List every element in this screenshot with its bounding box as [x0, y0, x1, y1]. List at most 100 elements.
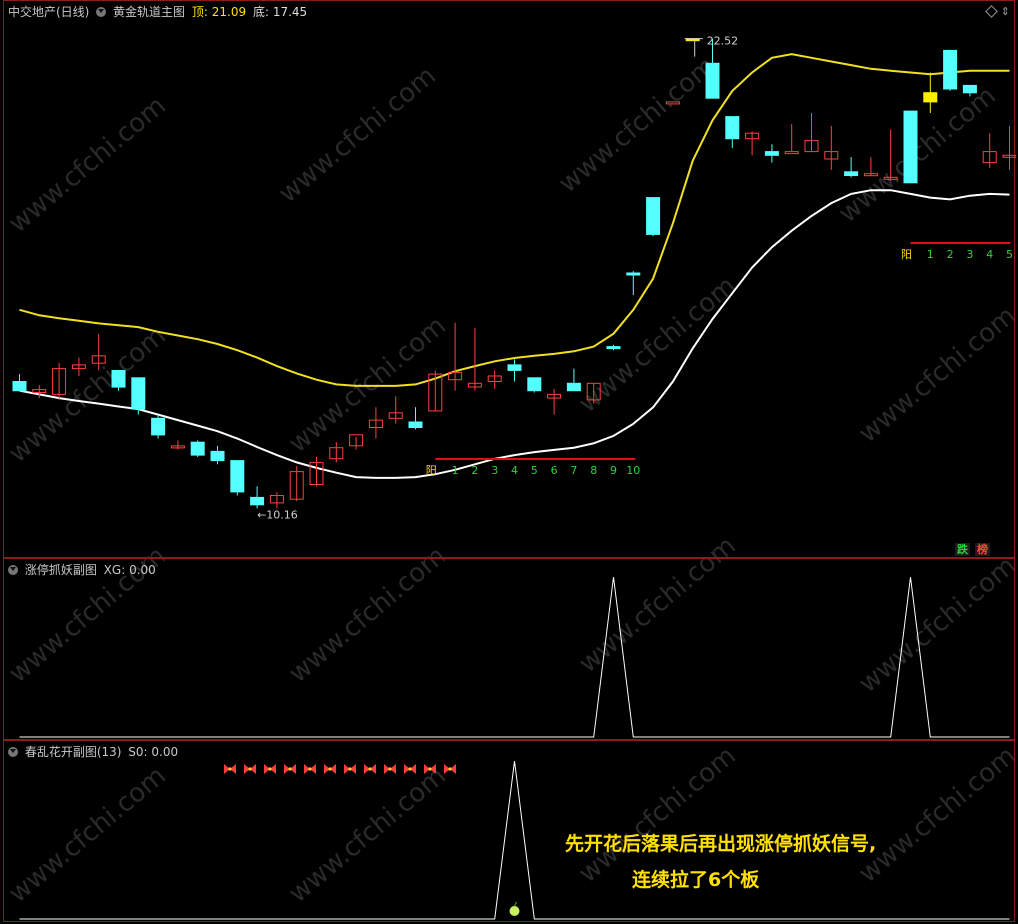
flower-marker-icon	[304, 764, 316, 774]
candlestick	[844, 157, 859, 178]
candlestick	[547, 388, 562, 415]
candlestick	[210, 445, 225, 465]
candlestick	[665, 101, 680, 105]
low-annotation: ←10.16	[257, 508, 298, 521]
candle-body	[250, 496, 265, 506]
candlestick	[943, 49, 958, 91]
candle-body	[903, 110, 918, 184]
count-number: 9	[610, 464, 617, 477]
candle-body	[151, 417, 166, 436]
flower-marker-icon	[424, 764, 436, 774]
candlestick	[784, 124, 799, 155]
candle-body	[962, 84, 977, 94]
candlestick	[507, 359, 522, 382]
candlestick	[745, 131, 760, 156]
upper-band-line	[19, 53, 1010, 387]
candlestick	[408, 407, 423, 430]
count-number: 3	[966, 248, 973, 261]
candle-body	[784, 151, 799, 155]
caption-line-2: 连续拉了6个板	[632, 869, 760, 891]
candlestick	[863, 157, 878, 177]
count-number: 2	[947, 248, 954, 261]
xg-signal-line	[19, 576, 1010, 738]
count-number: 5	[531, 464, 538, 477]
candlestick	[527, 377, 542, 393]
candlestick	[151, 414, 166, 439]
candlestick	[626, 271, 641, 296]
count-number: 7	[570, 464, 577, 477]
candle-body	[210, 450, 225, 462]
flower-marker-icon	[344, 764, 356, 774]
sub1-chart-svg	[19, 576, 1010, 738]
candle-body	[844, 171, 859, 177]
count-number: 1	[927, 248, 934, 261]
candlestick	[586, 382, 601, 404]
count-number: 3	[491, 464, 498, 477]
candlestick	[606, 344, 621, 351]
candlestick	[448, 322, 463, 391]
sub-chart-panel-1[interactable]: 涨停抓妖副图 XG: 0.00	[3, 558, 1015, 740]
count-number: 8	[590, 464, 597, 477]
candlestick	[824, 125, 839, 170]
candlestick	[309, 456, 324, 487]
candle-body	[943, 49, 958, 90]
candlestick	[962, 84, 977, 97]
candlestick	[804, 112, 819, 153]
candlestick	[230, 460, 245, 496]
flower-marker-icon	[384, 764, 396, 774]
candle-body	[725, 116, 740, 140]
candle-body	[923, 92, 938, 103]
candlestick	[764, 144, 779, 163]
candle-body	[190, 441, 205, 456]
flower-marker-icon	[244, 764, 256, 774]
candlestick	[883, 129, 898, 182]
candlestick	[368, 407, 383, 439]
candlestick	[12, 374, 27, 392]
candle-body	[12, 381, 27, 392]
flower-marker-icon	[444, 764, 456, 774]
candlestick	[91, 333, 106, 371]
flower-marker-icon	[364, 764, 376, 774]
flower-marker-icon	[404, 764, 416, 774]
candlestick	[190, 440, 205, 457]
main-chart-svg: 22.52←10.16阳 1 2 3 4 5 6 7 8 9 10阳 1 2 3 4 5	[12, 35, 1016, 521]
badge-die[interactable]: 跌	[955, 543, 970, 556]
candlestick	[170, 440, 185, 450]
candlestick	[329, 442, 344, 463]
candle-body	[507, 364, 522, 371]
candlestick	[52, 363, 67, 400]
count-label: 阳	[901, 248, 912, 261]
candlestick	[289, 466, 304, 502]
candlestick	[71, 357, 86, 376]
candle-body	[230, 460, 245, 493]
candlestick	[467, 328, 482, 391]
candlestick	[923, 72, 938, 113]
count-number: 4	[511, 464, 518, 477]
flower-marker-icon	[264, 764, 276, 774]
main-chart-panel[interactable]: 中交地产(日线) 黄金轨道主图 顶: 21.09 底: 17.45 ⇕ 22.5…	[3, 0, 1016, 558]
candle-body	[606, 346, 621, 350]
flower-marker-icon	[324, 764, 336, 774]
candlestick	[111, 370, 126, 391]
high-annotation: 22.52	[707, 35, 739, 48]
candlestick	[388, 396, 403, 424]
candle-body	[111, 370, 126, 388]
candlestick	[131, 377, 146, 415]
fruit-marker-icon	[509, 901, 520, 916]
candlestick	[903, 110, 918, 184]
flower-marker-icon	[224, 764, 236, 774]
candle-body	[646, 197, 661, 235]
count-number: 1	[452, 464, 459, 477]
badge-bang[interactable]: 榜	[975, 543, 990, 556]
candle-body	[566, 382, 581, 392]
candlestick	[566, 368, 581, 392]
candle-body	[626, 272, 641, 276]
count-number: 2	[471, 464, 478, 477]
candlestick	[250, 486, 265, 509]
candlestick	[349, 434, 364, 450]
count-number: 4	[986, 248, 993, 261]
candle-body	[665, 101, 680, 105]
candlestick	[1002, 125, 1016, 170]
candle-body	[764, 151, 779, 156]
count-number: 5	[1006, 248, 1013, 261]
